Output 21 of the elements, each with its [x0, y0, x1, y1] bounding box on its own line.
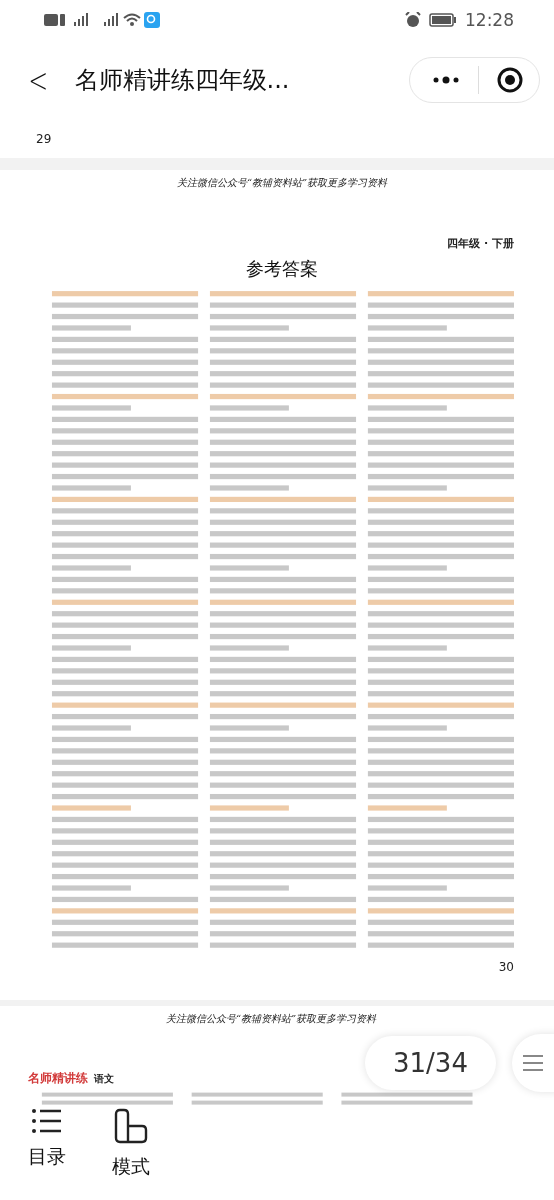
page-number: 29	[36, 132, 52, 146]
banner-text: 关注微信公众号“教辅资料站”获取更多学习资料	[175, 176, 389, 190]
back-button[interactable]: <	[25, 60, 52, 100]
subject-label: 语文	[94, 1072, 114, 1086]
nav-button[interactable]: 模式	[112, 1108, 150, 1200]
grade-label: 四年级 · 下册	[447, 236, 514, 251]
menu-icon	[522, 1054, 544, 1072]
book-brand: 名师精讲练	[28, 1070, 88, 1087]
nav-button[interactable]: 目录	[28, 1108, 66, 1200]
answers-heading: 参考答案	[245, 257, 319, 281]
battery-icon	[429, 13, 457, 27]
layout-icon	[113, 1108, 149, 1144]
window-title: 名师精讲练四年级...	[74, 65, 291, 96]
status-time: 12:28	[465, 10, 514, 30]
page-indicator[interactable]: 31/34	[365, 1036, 496, 1090]
alarm-icon	[405, 12, 421, 28]
more-icon[interactable]	[432, 76, 460, 84]
page-number: 30	[498, 960, 514, 974]
list-icon	[32, 1108, 62, 1134]
banner-text: 关注微信公众号“教辅资料站”获取更多学习资料	[164, 1012, 378, 1026]
close-target-icon[interactable]	[497, 67, 523, 93]
